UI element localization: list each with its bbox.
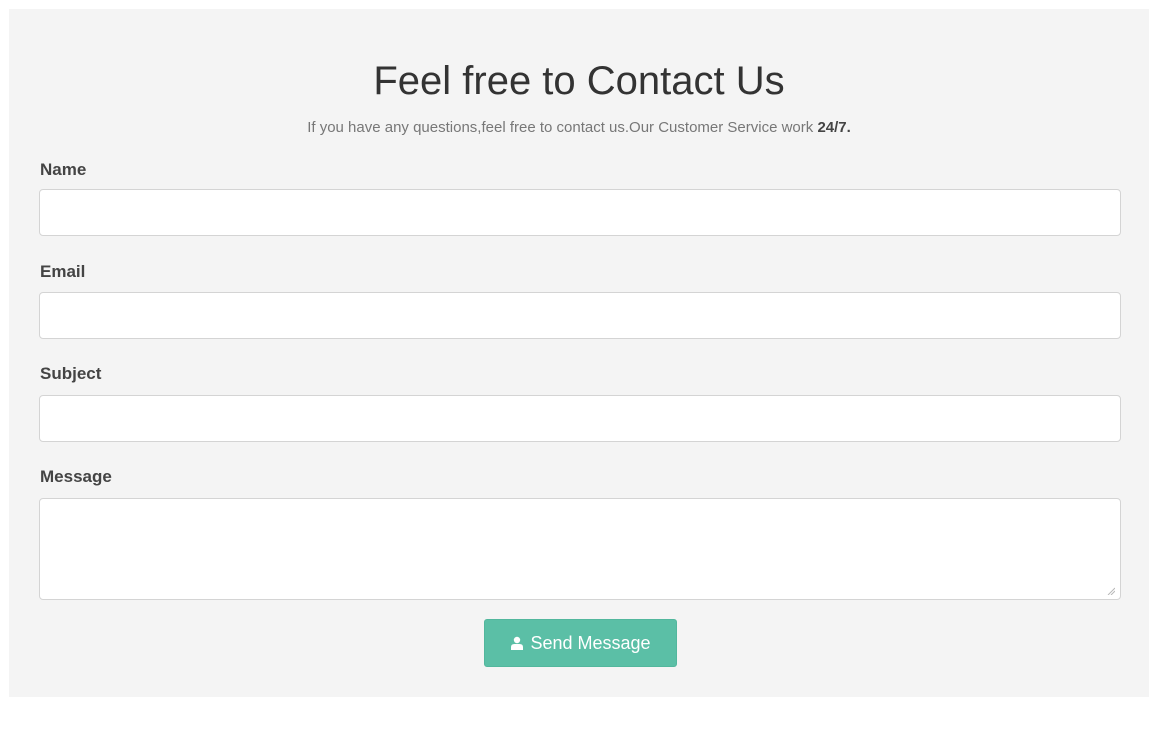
email-field[interactable] [39,292,1121,339]
subtitle-text: If you have any questions,feel free to c… [307,119,818,136]
send-message-button[interactable]: Send Message [484,619,677,667]
message-wrapper [39,498,1121,600]
subtitle-highlight: 24/7. [817,119,851,136]
user-icon [511,636,524,650]
page-subtitle: If you have any questions,feel free to c… [9,119,1149,137]
email-label: Email [40,262,86,281]
contact-form-panel: Feel free to Contact Us If you have any … [9,9,1149,697]
message-field[interactable] [39,498,1121,600]
subject-label: Subject [40,364,102,383]
subject-field[interactable] [39,395,1121,442]
name-field[interactable] [39,189,1121,236]
name-label: Name [40,160,87,179]
page-title: Feel free to Contact Us [373,59,785,103]
message-label: Message [40,467,112,486]
send-message-label: Send Message [530,632,651,653]
